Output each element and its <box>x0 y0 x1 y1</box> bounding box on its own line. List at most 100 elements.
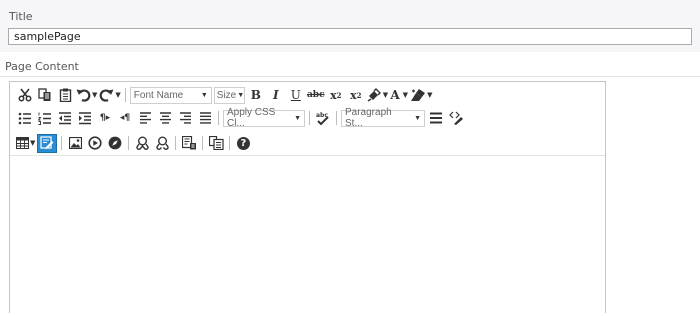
paragraph-style-value: Paragraph St... <box>345 107 392 129</box>
font-name-select[interactable]: Font Name ▼ <box>129 86 212 104</box>
cut-button[interactable] <box>16 85 34 105</box>
insert-table-button[interactable]: ▼ <box>16 133 35 153</box>
table-dropdown-icon: ▼ <box>30 139 36 147</box>
justify-button[interactable] <box>196 108 214 128</box>
play-icon <box>88 136 102 150</box>
link-icon <box>135 136 150 151</box>
css-class-value: Apply CSS Cl... <box>227 107 276 129</box>
help-button[interactable]: ? <box>234 133 252 153</box>
font-size-value: Size <box>216 89 237 101</box>
numbered-list-icon <box>38 112 52 125</box>
edit-source-button[interactable] <box>447 108 465 128</box>
bullet-list-icon <box>18 112 32 125</box>
outdent-icon <box>58 111 72 125</box>
title-input[interactable] <box>8 28 692 45</box>
title-label: Title <box>9 10 33 23</box>
insert-video-button[interactable] <box>86 133 104 153</box>
italic-button[interactable]: I <box>267 85 285 105</box>
text-styles-icon <box>429 112 443 125</box>
toolbar-separator <box>124 88 126 102</box>
align-center-button[interactable] <box>156 108 174 128</box>
markup-styles-button[interactable] <box>427 108 445 128</box>
superscript-mark: 2 <box>356 90 362 100</box>
insert-picture-button[interactable] <box>66 133 84 153</box>
css-class-select[interactable]: Apply CSS Cl... ▼ <box>223 107 305 129</box>
insert-link-button[interactable] <box>133 133 151 153</box>
toolbar-separator <box>218 111 219 125</box>
highlight-dropdown-icon: ▼ <box>382 91 389 99</box>
undo-button[interactable]: ▼ <box>76 85 97 105</box>
subscript-mark: 2 <box>336 90 342 100</box>
toolbar-separator <box>128 136 130 150</box>
html-source-icon <box>448 111 464 126</box>
justify-icon <box>199 112 212 124</box>
toolbar-separator <box>336 111 337 125</box>
chevron-down-icon: ▼ <box>414 114 421 122</box>
strikethrough-button[interactable]: abc <box>307 85 325 105</box>
numbered-list-button[interactable] <box>36 108 54 128</box>
font-color-button[interactable]: A ▼ <box>390 85 408 105</box>
chevron-down-icon: ▼ <box>237 91 245 99</box>
eraser-icon <box>410 88 426 102</box>
table-icon <box>16 137 29 149</box>
web-part-icon <box>181 136 197 150</box>
toolbar-row-3: ▼ ? <box>16 133 254 153</box>
align-left-button[interactable] <box>136 108 154 128</box>
superscript-button[interactable]: x2 <box>347 85 365 105</box>
rich-text-editor: ▼ ▼ Font Name ▼ Size ▼ B I U abc x2 x2 ▼… <box>9 81 606 316</box>
redo-button[interactable]: ▼ <box>99 85 121 105</box>
copy-button[interactable] <box>36 85 54 105</box>
chevron-down-icon: ▼ <box>200 91 208 99</box>
insert-app-button[interactable] <box>106 133 124 153</box>
toolbar-separator <box>229 136 231 150</box>
toolbar-row-2: ¶▸ ◂¶ Apply CSS Cl... ▼ abc Paragraph St… <box>16 107 467 129</box>
editor-content-area[interactable] <box>10 155 605 316</box>
spelling-button[interactable]: abc <box>314 108 332 128</box>
bullet-list-button[interactable] <box>16 108 34 128</box>
highlighter-icon <box>367 88 382 102</box>
paragraph-style-select[interactable]: Paragraph St... ▼ <box>341 107 425 129</box>
increase-indent-button[interactable] <box>76 108 94 128</box>
edit-content-button[interactable] <box>37 133 58 153</box>
toolbar-separator <box>202 136 204 150</box>
clipboard-icon <box>59 88 72 102</box>
unlink-icon <box>155 136 170 151</box>
copy-icon <box>38 88 52 102</box>
insert-web-part-button[interactable] <box>180 133 198 153</box>
reusable-content-icon <box>208 136 224 150</box>
redo-dropdown-icon: ▼ <box>115 91 121 99</box>
font-size-select[interactable]: Size ▼ <box>213 86 245 104</box>
clear-format-button[interactable]: ▼ <box>410 85 433 105</box>
align-right-button[interactable] <box>176 108 194 128</box>
font-name-value: Font Name <box>133 89 184 101</box>
toolbar-separator <box>61 136 63 150</box>
highlight-button[interactable]: ▼ <box>367 85 388 105</box>
help-glyph: ? <box>240 137 247 149</box>
redo-icon <box>99 88 114 102</box>
underline-button[interactable]: U <box>287 85 305 105</box>
image-icon <box>68 137 82 149</box>
undo-icon <box>76 88 91 102</box>
bold-button[interactable]: B <box>247 85 265 105</box>
font-color-dropdown-icon: ▼ <box>402 91 409 99</box>
align-right-icon <box>179 112 192 124</box>
compass-icon <box>108 136 122 150</box>
subscript-button[interactable]: x2 <box>327 85 345 105</box>
toolbar-row-1: ▼ ▼ Font Name ▼ Size ▼ B I U abc x2 x2 ▼… <box>16 85 435 105</box>
right-to-left-button[interactable]: ◂¶ <box>116 108 134 128</box>
paste-button[interactable] <box>56 85 74 105</box>
align-center-icon <box>159 112 172 124</box>
clear-format-dropdown-icon: ▼ <box>427 91 433 99</box>
indent-icon <box>78 111 92 125</box>
undo-dropdown-icon: ▼ <box>92 91 98 99</box>
decrease-indent-button[interactable] <box>56 108 74 128</box>
chevron-down-icon: ▼ <box>294 114 301 122</box>
spellcheck-icon: abc <box>315 111 331 126</box>
edit-page-icon <box>40 136 54 150</box>
remove-link-button[interactable] <box>153 133 171 153</box>
toolbar-separator <box>309 111 310 125</box>
scissors-icon <box>18 88 32 102</box>
left-to-right-button[interactable]: ¶▸ <box>96 108 114 128</box>
font-color-label: A <box>390 88 400 102</box>
insert-reusable-content-button[interactable] <box>207 133 225 153</box>
